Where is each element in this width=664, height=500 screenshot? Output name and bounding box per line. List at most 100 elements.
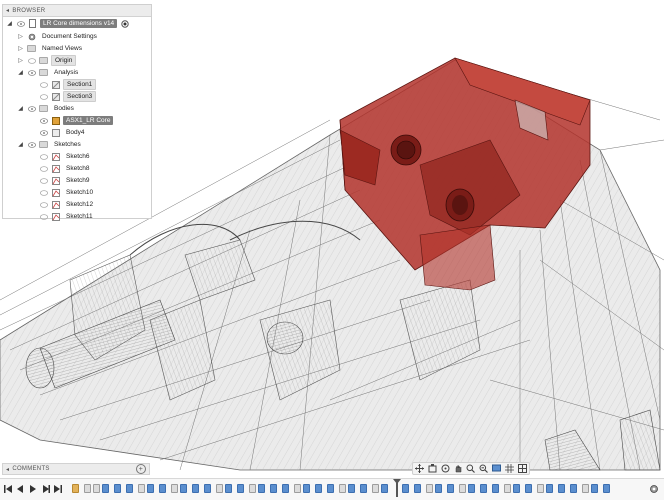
eye-icon[interactable] — [39, 92, 48, 101]
timeline-feature-icon[interactable] — [237, 484, 244, 493]
tree-item-sketch6[interactable]: Sketch6 — [39, 151, 93, 162]
timeline-feature-icon[interactable] — [546, 484, 553, 493]
pan-icon[interactable] — [454, 464, 463, 473]
eye-icon[interactable] — [39, 128, 48, 137]
tree-item-section3[interactable]: Section3 — [39, 91, 97, 102]
timeline-feature-icon[interactable] — [537, 484, 544, 493]
timeline-feature-icon[interactable] — [426, 484, 433, 493]
eye-icon[interactable] — [27, 104, 36, 113]
expand-triangle-icon[interactable]: ▷ — [17, 56, 24, 65]
timeline-feature-icon[interactable] — [282, 484, 289, 493]
tree-item-sketch12[interactable]: Sketch12 — [39, 199, 96, 210]
eye-icon[interactable] — [39, 176, 48, 185]
collapse-icon[interactable]: ◂ — [6, 7, 9, 14]
tree-item-sketches[interactable]: ◢ Sketches — [17, 139, 84, 150]
tree-item-sketch10[interactable]: Sketch10 — [39, 187, 96, 198]
collapse-triangle-icon[interactable]: ◢ — [17, 104, 24, 113]
grid-icon[interactable] — [505, 464, 515, 473]
eye-icon[interactable] — [27, 68, 36, 77]
tree-item-sketch9[interactable]: Sketch9 — [39, 175, 93, 186]
timeline-feature-icon[interactable] — [558, 484, 565, 493]
timeline-feature-icon[interactable] — [192, 484, 199, 493]
orbit-icon[interactable] — [441, 464, 450, 473]
tree-item-origin[interactable]: ▷ Origin — [17, 55, 77, 66]
timeline-feature-icon[interactable] — [591, 484, 598, 493]
collapse-triangle-icon[interactable]: ◢ — [17, 68, 24, 77]
tree-item-bodies[interactable]: ◢ Bodies — [17, 103, 77, 114]
play-icon[interactable] — [29, 484, 37, 494]
timeline-feature-icon[interactable] — [303, 484, 310, 493]
timeline-marker[interactable] — [393, 479, 401, 497]
previous-step-icon[interactable] — [16, 484, 24, 494]
timeline-feature-icon[interactable] — [570, 484, 577, 493]
expand-triangle-icon[interactable]: ▷ — [17, 44, 24, 53]
timeline-feature-icon[interactable] — [603, 484, 610, 493]
tree-item-section1[interactable]: Section1 — [39, 79, 97, 90]
eye-icon[interactable] — [27, 140, 36, 149]
active-radio-icon[interactable] — [120, 19, 129, 28]
timeline-feature-icon[interactable] — [114, 484, 121, 493]
tree-item-asx1-lr-core[interactable]: ASX1_LR Core — [39, 115, 114, 126]
collapse-icon[interactable]: ◂ — [6, 466, 9, 473]
timeline-feature-icon[interactable] — [459, 484, 466, 493]
timeline-feature-icon[interactable] — [468, 484, 475, 493]
eye-icon[interactable] — [16, 19, 25, 28]
timeline-feature-icon[interactable] — [258, 484, 265, 493]
eye-icon[interactable] — [39, 152, 48, 161]
comments-panel[interactable]: ◂ COMMENTS + — [2, 463, 150, 475]
timeline-feature-icon[interactable] — [525, 484, 532, 493]
eye-icon[interactable] — [39, 164, 48, 173]
timeline-feature-icon[interactable] — [582, 484, 589, 493]
timeline-feature-icon[interactable] — [294, 484, 301, 493]
eye-icon[interactable] — [39, 188, 48, 197]
tree-item-analysis[interactable]: ◢ Analysis — [17, 67, 81, 78]
move-icon[interactable] — [414, 464, 424, 473]
timeline-feature-icon[interactable] — [216, 484, 223, 493]
timeline-feature-icon[interactable] — [492, 484, 499, 493]
zoom-icon[interactable] — [466, 464, 476, 473]
timeline-feature-icon[interactable] — [402, 484, 409, 493]
timeline-feature-icon[interactable] — [204, 484, 211, 493]
timeline-feature-icon[interactable] — [72, 484, 79, 493]
timeline-feature-icon[interactable] — [270, 484, 277, 493]
timeline-feature-icon[interactable] — [381, 484, 388, 493]
timeline-feature-icon[interactable] — [138, 484, 145, 493]
tree-item-sketch11[interactable]: Sketch11 — [39, 211, 96, 222]
tree-item-named-views[interactable]: ▷ Named Views — [17, 43, 85, 54]
go-to-end-icon[interactable] — [54, 484, 62, 494]
add-comment-icon[interactable]: + — [136, 464, 146, 474]
timeline-feature-icon[interactable] — [315, 484, 322, 493]
tree-item-sketch8[interactable]: Sketch8 — [39, 163, 93, 174]
timeline-feature-icon[interactable] — [102, 484, 109, 493]
next-step-icon[interactable] — [42, 484, 50, 494]
timeline-feature-icon[interactable] — [360, 484, 367, 493]
timeline-feature-icon[interactable] — [159, 484, 166, 493]
browser-header[interactable]: ◂ BROWSER — [3, 5, 151, 17]
timeline-feature-icon[interactable] — [84, 484, 91, 493]
fit-icon[interactable] — [479, 464, 489, 473]
timeline-feature-icon[interactable] — [147, 484, 154, 493]
collapse-triangle-icon[interactable]: ◢ — [17, 140, 24, 149]
eye-icon[interactable] — [39, 80, 48, 89]
viewports-icon[interactable] — [517, 464, 527, 473]
display-settings-icon[interactable] — [492, 464, 502, 473]
expand-triangle-icon[interactable]: ▷ — [17, 32, 24, 41]
tree-item-document-settings[interactable]: ▷ Document Settings — [17, 31, 100, 42]
timeline-feature-icon[interactable] — [180, 484, 187, 493]
go-to-start-icon[interactable] — [4, 484, 12, 494]
timeline-feature-icon[interactable] — [126, 484, 133, 493]
timeline-feature-icon[interactable] — [504, 484, 511, 493]
timeline-feature-icon[interactable] — [447, 484, 454, 493]
timeline-feature-icon[interactable] — [372, 484, 379, 493]
timeline-feature-icon[interactable] — [513, 484, 520, 493]
timeline-feature-icon[interactable] — [480, 484, 487, 493]
timeline-feature-icon[interactable] — [249, 484, 256, 493]
look-at-icon[interactable] — [428, 464, 437, 473]
timeline-feature-icon[interactable] — [339, 484, 346, 493]
eye-icon[interactable] — [39, 212, 48, 221]
eye-icon[interactable] — [27, 56, 36, 65]
timeline-feature-icon[interactable] — [414, 484, 421, 493]
timeline-feature-icon[interactable] — [93, 484, 100, 493]
tree-item-body4[interactable]: Body4 — [39, 127, 87, 138]
timeline-feature-icon[interactable] — [435, 484, 442, 493]
